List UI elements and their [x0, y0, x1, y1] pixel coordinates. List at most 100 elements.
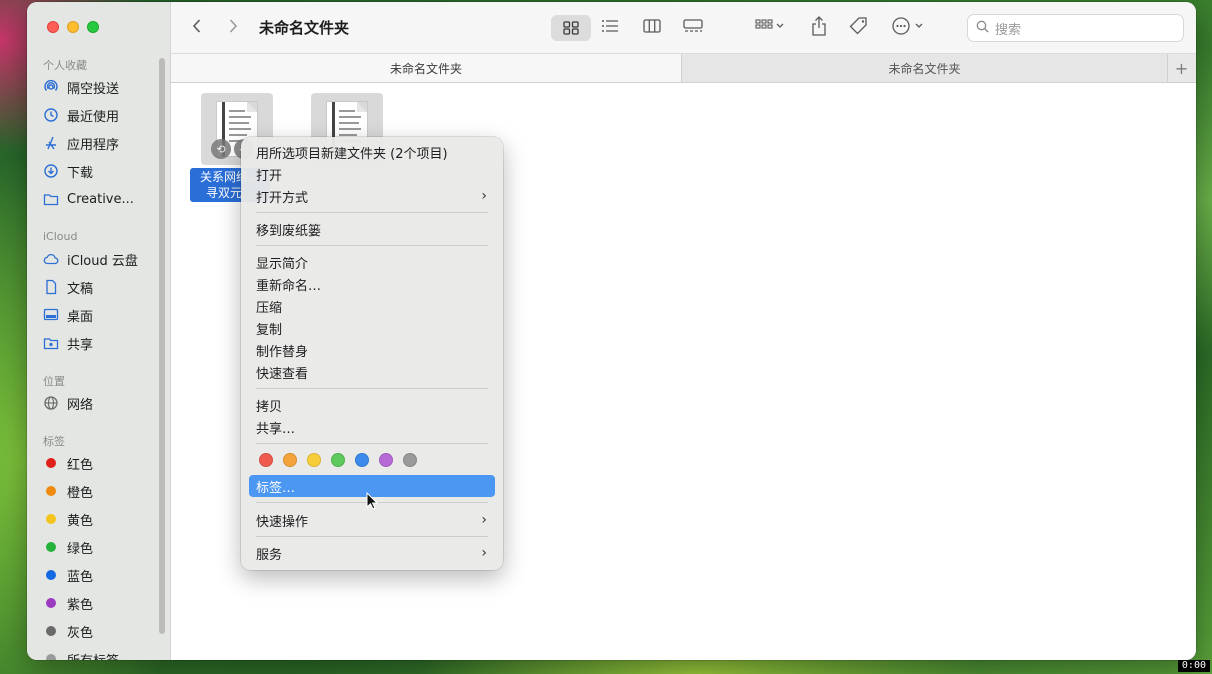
- desktop-icon: [43, 307, 59, 323]
- finder-window: 个人收藏 隔空投送 最近使用 应用程序 下载 Creative... iClou…: [27, 2, 1196, 660]
- sidebar-tag-yellow[interactable]: 黄色: [43, 507, 161, 531]
- share-button[interactable]: [811, 16, 827, 40]
- tab-bar: 未命名文件夹 未命名文件夹 +: [171, 54, 1196, 83]
- sidebar-item-label: 桌面: [67, 309, 94, 325]
- chevron-right-icon: ›: [481, 188, 487, 204]
- menu-item-get-info[interactable]: 显示简介: [249, 251, 495, 273]
- menu-separator: [256, 245, 488, 246]
- grid-icon: [563, 21, 579, 39]
- close-button[interactable]: [47, 21, 59, 33]
- column-view-button[interactable]: [643, 16, 661, 40]
- list-view-button[interactable]: [601, 16, 619, 40]
- window-title: 未命名文件夹: [259, 19, 350, 37]
- new-tab-button[interactable]: +: [1167, 54, 1195, 82]
- tag-dot-gray: [46, 626, 56, 636]
- menu-item-open[interactable]: 打开: [249, 163, 495, 185]
- sidebar-tag-purple[interactable]: 紫色: [43, 591, 161, 615]
- list-icon: [601, 19, 619, 37]
- sidebar-scrollbar[interactable]: [159, 58, 165, 634]
- gallery-icon: [683, 19, 703, 37]
- menu-item-make-alias[interactable]: 制作替身: [249, 339, 495, 361]
- tab-active[interactable]: 未命名文件夹: [171, 54, 682, 82]
- sidebar-item-label: 绿色: [67, 541, 94, 557]
- sidebar-item-network[interactable]: 网络: [43, 391, 161, 415]
- menu-item-share[interactable]: 共享…: [249, 416, 495, 438]
- sidebar-item-label: 文稿: [67, 281, 94, 297]
- menu-item-quick-look[interactable]: 快速查看: [249, 361, 495, 383]
- sidebar-item-applications[interactable]: 应用程序: [43, 131, 161, 155]
- search-placeholder: 搜索: [995, 22, 1022, 38]
- mouse-pointer-icon: [366, 491, 379, 514]
- rotate-left-icon[interactable]: ⟲: [211, 139, 231, 159]
- clock-icon: [43, 107, 59, 123]
- search-field[interactable]: 搜索: [967, 14, 1184, 42]
- tags-button[interactable]: [849, 16, 869, 40]
- applications-icon: [43, 135, 59, 151]
- tag-color-blue[interactable]: [355, 453, 369, 467]
- zoom-button[interactable]: [87, 21, 99, 33]
- sidebar-item-recents[interactable]: 最近使用: [43, 103, 161, 127]
- sidebar-item-icloud-drive[interactable]: iCloud 云盘: [43, 247, 161, 271]
- sidebar-item-label: iCloud 云盘: [67, 253, 138, 269]
- tag-color-yellow[interactable]: [307, 453, 321, 467]
- menu-item-move-to-trash[interactable]: 移到废纸篓: [249, 218, 495, 240]
- menu-item-compress[interactable]: 压缩: [249, 295, 495, 317]
- sidebar-item-shared[interactable]: 共享: [43, 331, 161, 355]
- sidebar-tag-red[interactable]: 红色: [43, 451, 161, 475]
- sidebar-item-label: 下载: [67, 165, 94, 181]
- action-button[interactable]: [891, 16, 925, 40]
- sidebar: 个人收藏 隔空投送 最近使用 应用程序 下载 Creative... iClou…: [27, 2, 171, 660]
- tag-dot-blue: [46, 570, 56, 580]
- tag-color-picker: [259, 453, 417, 467]
- sidebar-item-label: 红色: [67, 457, 94, 473]
- chevron-right-icon: ›: [481, 545, 487, 561]
- menu-item-new-folder-with-selection[interactable]: 用所选项目新建文件夹 (2个项目): [249, 141, 495, 163]
- sidebar-item-label: 网络: [67, 397, 94, 413]
- sidebar-tag-all[interactable]: 所有标签: [43, 647, 161, 660]
- status-badge: 0:00: [1177, 660, 1210, 672]
- gallery-view-button[interactable]: [683, 16, 703, 40]
- sidebar-tag-orange[interactable]: 橙色: [43, 479, 161, 503]
- tag-dot-all: [46, 654, 56, 660]
- sidebar-section-favorites: 个人收藏: [43, 59, 87, 72]
- chevron-right-icon: [227, 18, 239, 38]
- tab-inactive[interactable]: 未命名文件夹: [682, 54, 1167, 82]
- menu-item-rename[interactable]: 重新命名…: [249, 273, 495, 295]
- menu-item-duplicate[interactable]: 复制: [249, 317, 495, 339]
- menu-separator: [256, 536, 488, 537]
- sidebar-item-airdrop[interactable]: 隔空投送: [43, 75, 161, 99]
- sidebar-item-downloads[interactable]: 下载: [43, 159, 161, 183]
- tag-dot-yellow: [46, 514, 56, 524]
- sidebar-tag-blue[interactable]: 蓝色: [43, 563, 161, 587]
- globe-icon: [43, 395, 59, 411]
- tag-color-gray[interactable]: [403, 453, 417, 467]
- tag-color-red[interactable]: [259, 453, 273, 467]
- more-options-icon: [891, 16, 925, 40]
- sidebar-section-icloud: iCloud: [43, 230, 78, 243]
- columns-icon: [643, 19, 661, 37]
- forward-button[interactable]: [227, 16, 239, 40]
- sidebar-tag-green[interactable]: 绿色: [43, 535, 161, 559]
- tag-color-green[interactable]: [331, 453, 345, 467]
- menu-item-services[interactable]: 服务 ›: [249, 542, 495, 564]
- sidebar-tag-gray[interactable]: 灰色: [43, 619, 161, 643]
- minimize-button[interactable]: [67, 21, 79, 33]
- sidebar-section-locations: 位置: [43, 375, 65, 388]
- sidebar-item-documents[interactable]: 文稿: [43, 275, 161, 299]
- group-by-button[interactable]: [755, 16, 785, 40]
- sidebar-item-desktop[interactable]: 桌面: [43, 303, 161, 327]
- tag-color-purple[interactable]: [379, 453, 393, 467]
- chevron-left-icon: [191, 18, 203, 38]
- shared-folder-icon: [43, 335, 59, 351]
- sidebar-item-label: Creative...: [67, 191, 134, 207]
- menu-item-open-with[interactable]: 打开方式 ›: [249, 185, 495, 207]
- document-icon: [43, 279, 59, 295]
- tag-color-orange[interactable]: [283, 453, 297, 467]
- menu-item-copy[interactable]: 拷贝: [249, 394, 495, 416]
- icon-view-button[interactable]: [551, 15, 591, 41]
- back-button[interactable]: [191, 16, 203, 40]
- folder-icon: [43, 191, 59, 207]
- sidebar-item-creative[interactable]: Creative...: [43, 187, 161, 211]
- sidebar-item-label: 橙色: [67, 485, 94, 501]
- sidebar-item-label: 紫色: [67, 597, 94, 613]
